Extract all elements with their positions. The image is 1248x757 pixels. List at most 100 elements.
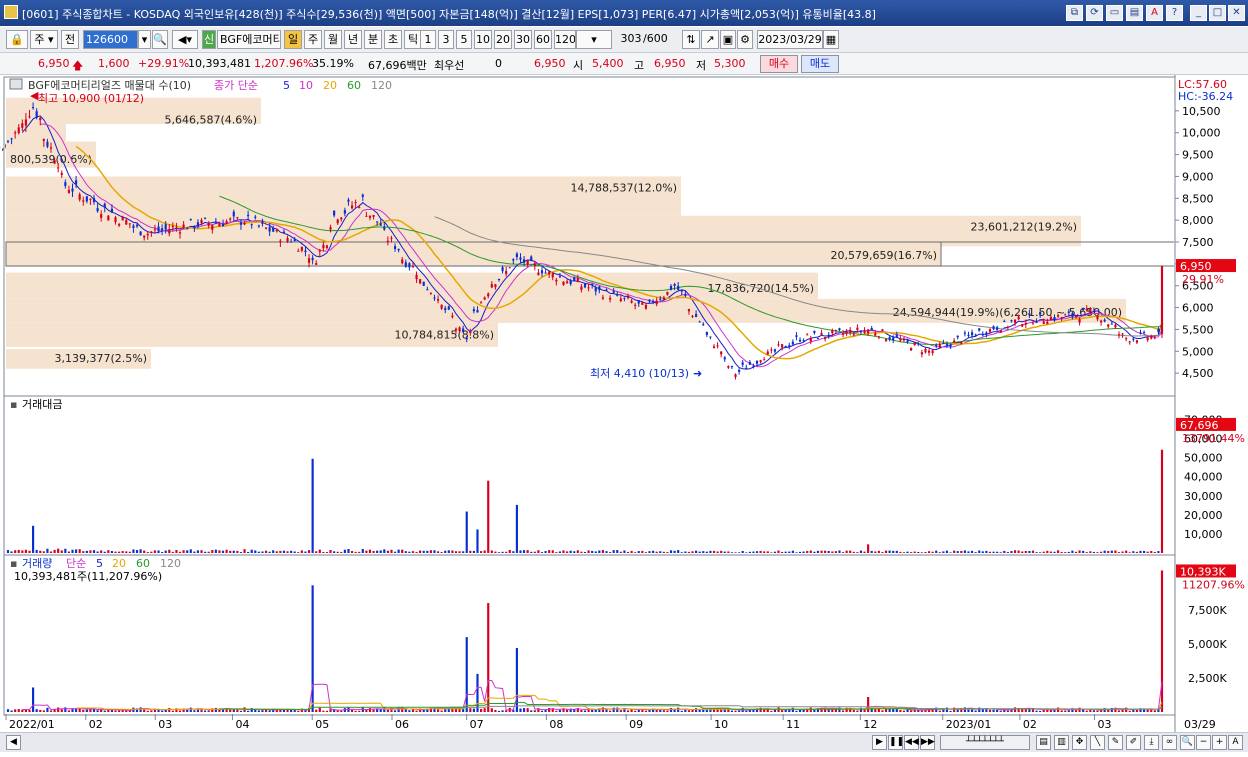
zoom-out-icon[interactable]: − bbox=[1196, 735, 1211, 750]
minute-tab-30[interactable]: 30 bbox=[514, 30, 532, 49]
zoom-in-icon[interactable]: + bbox=[1212, 735, 1227, 750]
amount-bar bbox=[548, 550, 551, 553]
amount-bar bbox=[956, 551, 959, 553]
layout-icon-2[interactable]: ▥ bbox=[1054, 735, 1069, 750]
scroll-left-icon[interactable]: ◀ bbox=[6, 735, 21, 750]
prev-button[interactable]: 전 bbox=[61, 30, 79, 49]
close-button[interactable]: ✕ bbox=[1228, 5, 1245, 21]
period-tab-3[interactable]: 년 bbox=[344, 30, 362, 49]
amount-bar bbox=[662, 551, 665, 553]
window-link-icon[interactable]: ⧉ bbox=[1066, 5, 1083, 21]
window-save-icon[interactable]: ▤ bbox=[1126, 5, 1143, 21]
stock-chart[interactable]: 5,646,587(4.6%)1,538,620(1.2%)800,539(0.… bbox=[0, 75, 1248, 732]
maximize-button[interactable]: □ bbox=[1209, 5, 1226, 21]
minute-tab-60[interactable]: 60 bbox=[534, 30, 552, 49]
period-tab-2[interactable]: 월 bbox=[324, 30, 342, 49]
window-help-icon[interactable]: ? bbox=[1166, 5, 1183, 21]
window-font-icon[interactable]: A bbox=[1146, 5, 1163, 21]
candle-body bbox=[232, 211, 235, 217]
code-dropdown-icon[interactable]: ▾ bbox=[138, 30, 151, 49]
volume-bar bbox=[867, 697, 870, 712]
sell-button[interactable]: 매도 bbox=[801, 55, 839, 73]
volume-bar bbox=[1053, 709, 1056, 712]
candle-body bbox=[662, 297, 665, 300]
candle-body bbox=[738, 369, 741, 372]
line-icon[interactable]: ╲ bbox=[1090, 735, 1105, 750]
period-tab-0[interactable]: 일 bbox=[284, 30, 302, 49]
candle-body bbox=[1064, 314, 1067, 316]
candle-body bbox=[1042, 321, 1045, 324]
volume-bar bbox=[999, 710, 1002, 712]
settings-gear-icon[interactable]: ⚙ bbox=[737, 30, 753, 49]
amount-bar bbox=[290, 550, 293, 553]
volume-bar bbox=[533, 710, 536, 712]
pause-icon[interactable]: ❚❚ bbox=[888, 735, 904, 750]
candle-body bbox=[863, 330, 866, 334]
volume-bar bbox=[458, 709, 461, 712]
period-tab-4[interactable]: 분 bbox=[364, 30, 382, 49]
candle-body bbox=[46, 141, 49, 147]
pen-icon[interactable]: ✐ bbox=[1126, 735, 1141, 750]
step-forward-icon[interactable]: ▶▶ bbox=[920, 735, 935, 750]
zoom-slider[interactable]: ┴┴┴┴┴┴┴ bbox=[940, 735, 1030, 750]
chart-tool-icon[interactable]: ⇅ bbox=[682, 30, 700, 49]
count-input[interactable]: 303 bbox=[619, 30, 643, 49]
amount-bar bbox=[867, 544, 870, 553]
search-icon[interactable]: 🔍 bbox=[152, 30, 168, 49]
amount-bar bbox=[1085, 552, 1088, 553]
period-tab-1[interactable]: 주 bbox=[304, 30, 322, 49]
minute-tab-3[interactable]: 3 bbox=[438, 30, 454, 49]
minute-tab-20[interactable]: 20 bbox=[494, 30, 512, 49]
candle-body bbox=[350, 205, 354, 209]
candle-body bbox=[17, 127, 20, 133]
candle-body bbox=[150, 231, 153, 233]
code-input[interactable]: 126600 bbox=[83, 30, 138, 49]
amount-bar bbox=[311, 458, 314, 553]
speaker-icon[interactable]: ◀▾ bbox=[172, 30, 198, 49]
window-refresh-icon[interactable]: ⟳ bbox=[1086, 5, 1103, 21]
candle-body bbox=[257, 225, 260, 227]
volume-bar bbox=[462, 709, 465, 712]
lock-icon[interactable]: 🔒 bbox=[6, 30, 28, 49]
period-select[interactable]: 주 ▾ bbox=[30, 30, 58, 49]
volume-bar bbox=[376, 709, 379, 712]
candle-body bbox=[447, 306, 450, 310]
amount-bar bbox=[347, 548, 350, 553]
draw-icon[interactable]: ✎ bbox=[1108, 735, 1123, 750]
amount-bar bbox=[454, 551, 458, 553]
chain-icon[interactable]: ∞ bbox=[1162, 735, 1177, 750]
buy-button[interactable]: 매수 bbox=[760, 55, 798, 73]
minute-tab-5[interactable]: 5 bbox=[456, 30, 472, 49]
minute-tab-10[interactable]: 10 bbox=[474, 30, 492, 49]
layout-icon-1[interactable]: ▤ bbox=[1036, 735, 1051, 750]
play-icon[interactable]: ▶ bbox=[872, 735, 887, 750]
minute-tab-120[interactable]: 120 bbox=[554, 30, 576, 49]
candle-body bbox=[340, 217, 343, 220]
chart-area[interactable]: 5,646,587(4.6%)1,538,620(1.2%)800,539(0.… bbox=[0, 75, 1248, 732]
zoom-icon[interactable]: 🔍 bbox=[1180, 735, 1195, 750]
trend-tool-icon[interactable]: ↗ bbox=[701, 30, 719, 49]
amount-bar bbox=[472, 550, 475, 553]
cursor-icon[interactable]: ✥ bbox=[1072, 735, 1087, 750]
period-tab-5[interactable]: 초 bbox=[384, 30, 402, 49]
font-size-icon[interactable]: A bbox=[1228, 735, 1243, 750]
candle-body bbox=[107, 215, 110, 221]
candle-body bbox=[139, 231, 142, 236]
candle-body bbox=[476, 310, 479, 313]
minute-tab-1[interactable]: 1 bbox=[420, 30, 436, 49]
custom-period-input[interactable]: ▾ bbox=[576, 30, 612, 49]
candle-body bbox=[325, 245, 329, 248]
export-icon[interactable]: ⤓ bbox=[1144, 735, 1159, 750]
volume-bar bbox=[773, 709, 777, 712]
calendar-icon[interactable]: ▦ bbox=[823, 30, 839, 49]
volume-bar bbox=[454, 708, 458, 712]
candle-body bbox=[157, 226, 160, 232]
window-tile-icon[interactable]: ▭ bbox=[1106, 5, 1123, 21]
horizontal-scrollbar[interactable]: ◀ ▶ ❚❚ ◀◀ ▶▶ ┴┴┴┴┴┴┴ ▤ ▥ ✥ ╲ ✎ ✐ ⤓ ∞ 🔍 −… bbox=[0, 732, 1248, 752]
amount-bar bbox=[802, 551, 805, 553]
candle-body bbox=[408, 263, 411, 268]
minimize-button[interactable]: _ bbox=[1190, 5, 1207, 21]
date-input[interactable]: 2023/03/29 bbox=[757, 30, 823, 49]
step-back-icon[interactable]: ◀◀ bbox=[904, 735, 919, 750]
save-icon[interactable]: ▣ bbox=[720, 30, 736, 49]
